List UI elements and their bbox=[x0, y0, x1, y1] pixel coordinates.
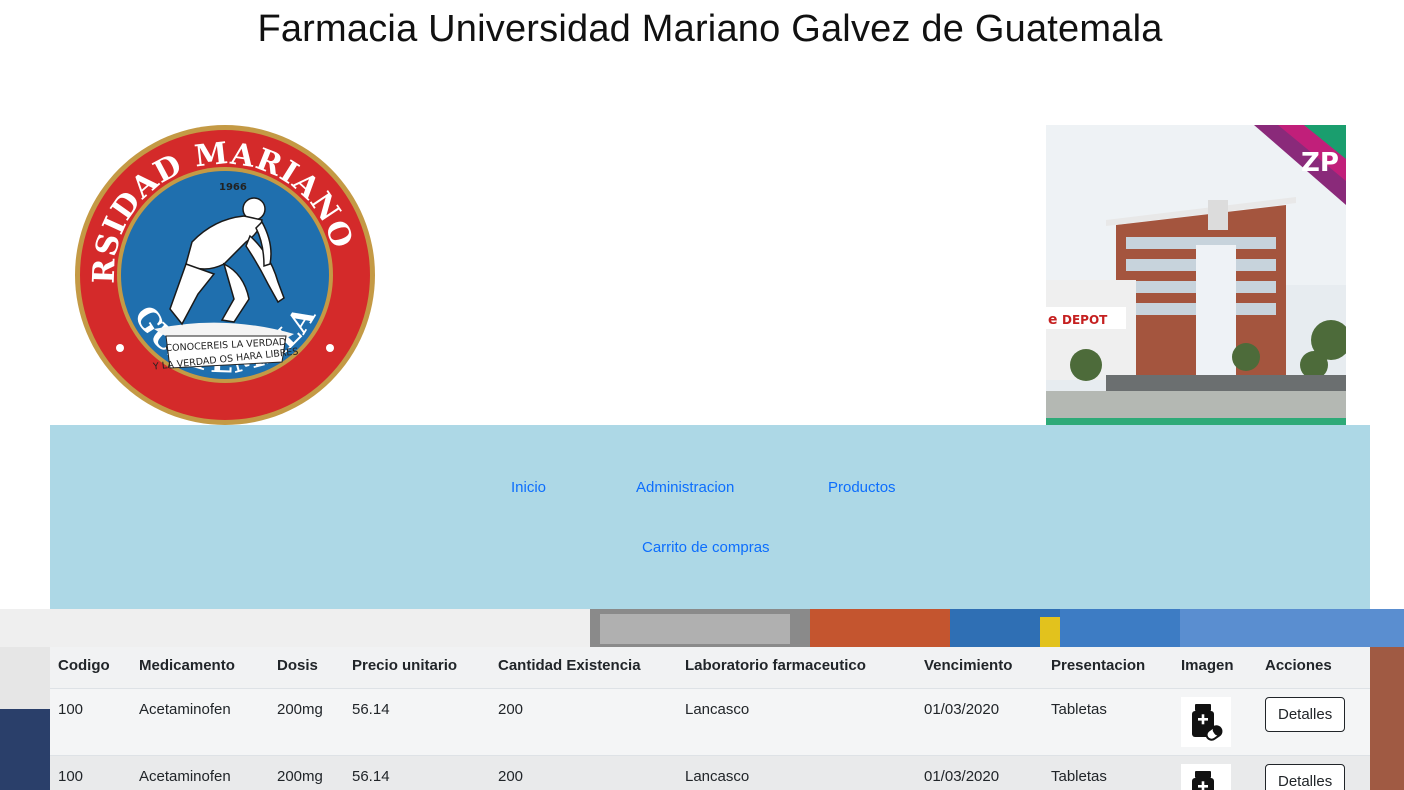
products-table: Codigo Medicamento Dosis Precio unitario… bbox=[50, 647, 1370, 790]
cell-acciones: Detalles bbox=[1257, 755, 1370, 790]
header-presentacion: Presentacion bbox=[1043, 647, 1173, 689]
nav-link-carrito[interactable]: Carrito de compras bbox=[642, 539, 770, 556]
cell-imagen bbox=[1173, 755, 1257, 790]
main-nav: Inicio Administracion Productos Carrito … bbox=[50, 425, 1370, 609]
svg-text:ZP: ZP bbox=[1301, 148, 1339, 178]
nav-link-productos[interactable]: Productos bbox=[828, 479, 896, 496]
header-precio-unitario: Precio unitario bbox=[344, 647, 490, 689]
svg-text:1966: 1966 bbox=[219, 182, 247, 193]
cell-medicamento: Acetaminofen bbox=[131, 688, 269, 756]
svg-text:DEPOT: DEPOT bbox=[1062, 313, 1108, 327]
cell-cantidad: 200 bbox=[490, 755, 677, 790]
building-photo: e DEPOT ZP bbox=[1046, 125, 1346, 425]
cell-precio: 56.14 bbox=[344, 755, 490, 790]
cell-laboratorio: Lancasco bbox=[677, 688, 916, 756]
page-title: Farmacia Universidad Mariano Galvez de G… bbox=[257, 8, 1163, 50]
medicine-bottle-icon bbox=[1181, 763, 1231, 790]
products-table-container: Codigo Medicamento Dosis Precio unitario… bbox=[50, 647, 1370, 790]
table-row: 100 Acetaminofen 200mg 56.14 200 Lancasc… bbox=[50, 688, 1370, 756]
cell-imagen bbox=[1173, 688, 1257, 756]
cell-dosis: 200mg bbox=[269, 688, 344, 756]
cell-cantidad: 200 bbox=[490, 688, 677, 756]
university-seal-logo: UNIVERSIDAD MARIANO GALVEZ GUATEMALA 196… bbox=[74, 124, 375, 425]
details-button[interactable]: Detalles bbox=[1265, 763, 1346, 790]
cell-acciones: Detalles bbox=[1257, 688, 1370, 756]
header-vencimiento: Vencimiento bbox=[916, 647, 1043, 689]
header-cantidad-existencia: Cantidad Existencia bbox=[490, 647, 677, 689]
cell-vencimiento: 01/03/2020 bbox=[916, 688, 1043, 756]
cell-vencimiento: 01/03/2020 bbox=[916, 755, 1043, 790]
svg-text:e: e bbox=[1048, 312, 1058, 328]
cell-presentacion: Tabletas bbox=[1043, 755, 1173, 790]
header-medicamento: Medicamento bbox=[131, 647, 269, 689]
header-codigo: Codigo bbox=[50, 647, 131, 689]
header-imagen: Imagen bbox=[1173, 647, 1257, 689]
nav-link-administracion[interactable]: Administracion bbox=[636, 479, 734, 496]
medicine-bottle-icon bbox=[1181, 696, 1231, 747]
header-acciones: Acciones bbox=[1257, 647, 1370, 689]
cell-precio: 56.14 bbox=[344, 688, 490, 756]
cell-presentacion: Tabletas bbox=[1043, 688, 1173, 756]
header-dosis: Dosis bbox=[269, 647, 344, 689]
table-row: 100 Acetaminofen 200mg 56.14 200 Lancasc… bbox=[50, 755, 1370, 790]
cell-codigo: 100 bbox=[50, 755, 131, 790]
cell-medicamento: Acetaminofen bbox=[131, 755, 269, 790]
nav-link-inicio[interactable]: Inicio bbox=[511, 479, 546, 496]
header-laboratorio: Laboratorio farmaceutico bbox=[677, 647, 916, 689]
cell-codigo: 100 bbox=[50, 688, 131, 756]
details-button[interactable]: Detalles bbox=[1265, 696, 1346, 732]
table-header-row: Codigo Medicamento Dosis Precio unitario… bbox=[50, 647, 1370, 689]
cell-dosis: 200mg bbox=[269, 755, 344, 790]
cell-laboratorio: Lancasco bbox=[677, 755, 916, 790]
